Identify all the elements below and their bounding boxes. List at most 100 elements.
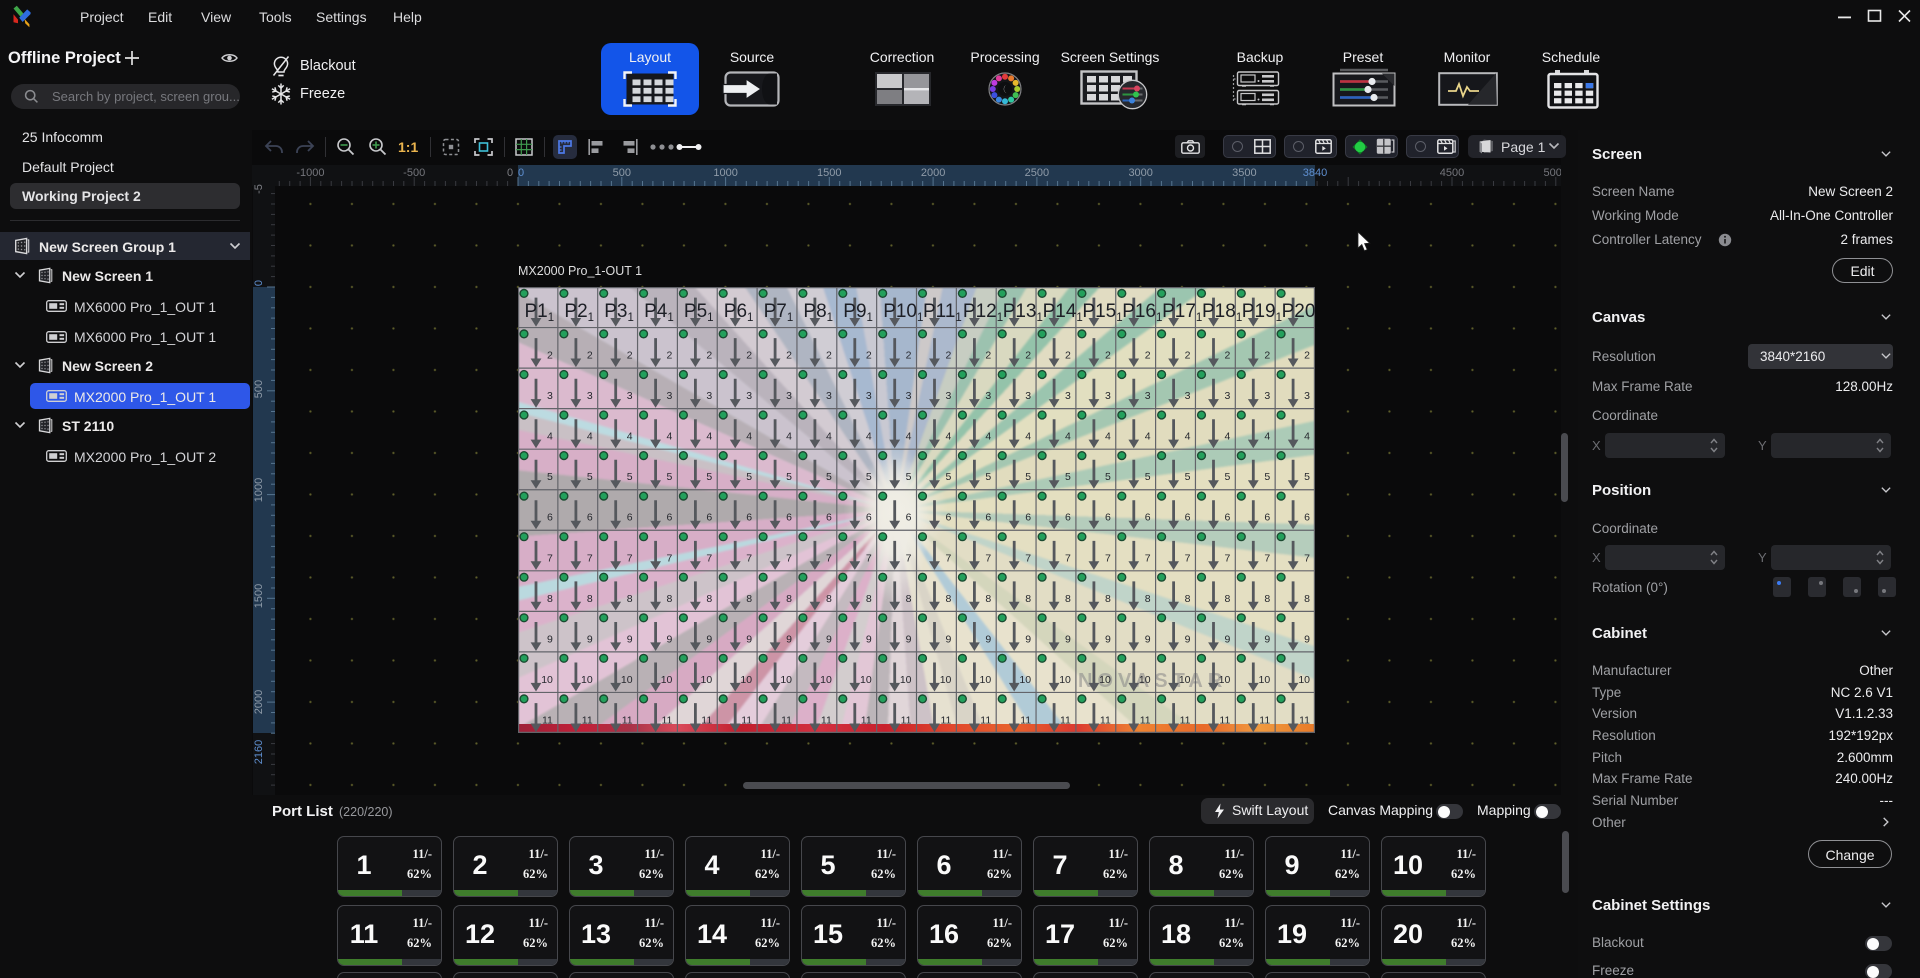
svg-text:9: 9 xyxy=(906,633,912,645)
svg-text:9: 9 xyxy=(1264,633,1270,645)
svg-text:2: 2 xyxy=(1304,350,1310,362)
svg-text:3: 3 xyxy=(587,390,593,402)
svg-text:5: 5 xyxy=(1065,471,1071,483)
svg-text:11: 11 xyxy=(1259,715,1270,727)
svg-text:3: 3 xyxy=(1185,390,1191,402)
svg-text:P21: P21 xyxy=(564,301,594,324)
svg-text:P31: P31 xyxy=(604,301,634,324)
svg-text:6: 6 xyxy=(906,512,912,524)
svg-text:10: 10 xyxy=(860,674,872,686)
svg-text:11: 11 xyxy=(901,715,912,727)
svg-text:9: 9 xyxy=(667,633,673,645)
svg-text:6: 6 xyxy=(547,512,553,524)
svg-text:6: 6 xyxy=(706,512,712,524)
svg-text:9: 9 xyxy=(946,633,952,645)
svg-text:4: 4 xyxy=(946,431,952,443)
svg-text:8: 8 xyxy=(547,593,553,605)
svg-text:5: 5 xyxy=(746,471,752,483)
svg-text:2: 2 xyxy=(946,350,952,362)
svg-text:4: 4 xyxy=(786,431,792,443)
svg-text:4: 4 xyxy=(1025,431,1031,443)
svg-text:7: 7 xyxy=(826,552,832,564)
svg-text:2: 2 xyxy=(906,350,912,362)
svg-text:10: 10 xyxy=(740,674,752,686)
svg-text:10: 10 xyxy=(980,674,992,686)
svg-text:9: 9 xyxy=(866,633,872,645)
svg-text:7: 7 xyxy=(1105,552,1111,564)
svg-text:11: 11 xyxy=(701,715,712,727)
svg-text:10: 10 xyxy=(621,674,633,686)
svg-text:5: 5 xyxy=(1105,471,1111,483)
svg-text:2: 2 xyxy=(1185,350,1191,362)
svg-text:9: 9 xyxy=(587,633,593,645)
svg-text:3: 3 xyxy=(627,390,633,402)
svg-text:7: 7 xyxy=(1185,552,1191,564)
svg-text:8: 8 xyxy=(1185,593,1191,605)
svg-text:4: 4 xyxy=(547,431,553,443)
svg-text:9: 9 xyxy=(1065,633,1071,645)
svg-text:11: 11 xyxy=(741,715,752,727)
svg-text:5: 5 xyxy=(866,471,872,483)
svg-text:2: 2 xyxy=(1264,350,1270,362)
svg-text:8: 8 xyxy=(866,593,872,605)
svg-text:8: 8 xyxy=(1105,593,1111,605)
svg-text:5: 5 xyxy=(826,471,832,483)
svg-text:P11: P11 xyxy=(525,301,555,324)
svg-text:6: 6 xyxy=(1304,512,1310,524)
svg-text:6: 6 xyxy=(1185,512,1191,524)
svg-text:2: 2 xyxy=(1105,350,1111,362)
svg-text:10: 10 xyxy=(661,674,673,686)
svg-text:P51: P51 xyxy=(684,301,714,324)
svg-text:8: 8 xyxy=(627,593,633,605)
svg-text:7: 7 xyxy=(1224,552,1230,564)
svg-text:8: 8 xyxy=(786,593,792,605)
svg-text:11: 11 xyxy=(821,715,832,727)
svg-text:6: 6 xyxy=(1025,512,1031,524)
svg-text:3: 3 xyxy=(1304,390,1310,402)
svg-text:2: 2 xyxy=(706,350,712,362)
svg-text:6: 6 xyxy=(1145,512,1151,524)
svg-text:10: 10 xyxy=(1059,674,1071,686)
svg-text:11: 11 xyxy=(582,715,593,727)
svg-text:11: 11 xyxy=(542,715,553,727)
svg-text:11: 11 xyxy=(1219,715,1230,727)
svg-text:4: 4 xyxy=(1105,431,1111,443)
svg-text:10: 10 xyxy=(1259,674,1271,686)
svg-text:5: 5 xyxy=(946,471,952,483)
svg-text:5: 5 xyxy=(667,471,673,483)
svg-text:8: 8 xyxy=(906,593,912,605)
svg-text:10: 10 xyxy=(1179,674,1191,686)
svg-text:10: 10 xyxy=(541,674,553,686)
svg-text:P171: P171 xyxy=(1162,301,1202,324)
svg-text:10: 10 xyxy=(940,674,952,686)
svg-text:7: 7 xyxy=(1264,552,1270,564)
svg-text:7: 7 xyxy=(706,552,712,564)
svg-text:10: 10 xyxy=(1019,674,1031,686)
svg-text:3: 3 xyxy=(866,390,872,402)
svg-text:6: 6 xyxy=(946,512,952,524)
svg-text:3: 3 xyxy=(706,390,712,402)
svg-text:2: 2 xyxy=(547,350,553,362)
svg-text:3: 3 xyxy=(906,390,912,402)
svg-text:11: 11 xyxy=(1299,715,1310,727)
svg-text:7: 7 xyxy=(1025,552,1031,564)
svg-text:11: 11 xyxy=(622,715,633,727)
svg-text:P101: P101 xyxy=(883,301,923,324)
svg-text:3: 3 xyxy=(1065,390,1071,402)
svg-text:3: 3 xyxy=(985,390,991,402)
svg-text:4: 4 xyxy=(826,431,832,443)
svg-text:P91: P91 xyxy=(843,301,873,324)
svg-text:5: 5 xyxy=(985,471,991,483)
svg-text:8: 8 xyxy=(1304,593,1310,605)
svg-text:11: 11 xyxy=(1140,715,1151,727)
svg-text:10: 10 xyxy=(1139,674,1151,686)
svg-text:7: 7 xyxy=(985,552,991,564)
svg-text:2: 2 xyxy=(786,350,792,362)
svg-text:P71: P71 xyxy=(764,301,794,324)
svg-text:6: 6 xyxy=(1264,512,1270,524)
svg-text:2: 2 xyxy=(627,350,633,362)
svg-text:2: 2 xyxy=(1224,350,1230,362)
svg-text:3: 3 xyxy=(1145,390,1151,402)
svg-text:5: 5 xyxy=(1304,471,1310,483)
svg-text:7: 7 xyxy=(906,552,912,564)
